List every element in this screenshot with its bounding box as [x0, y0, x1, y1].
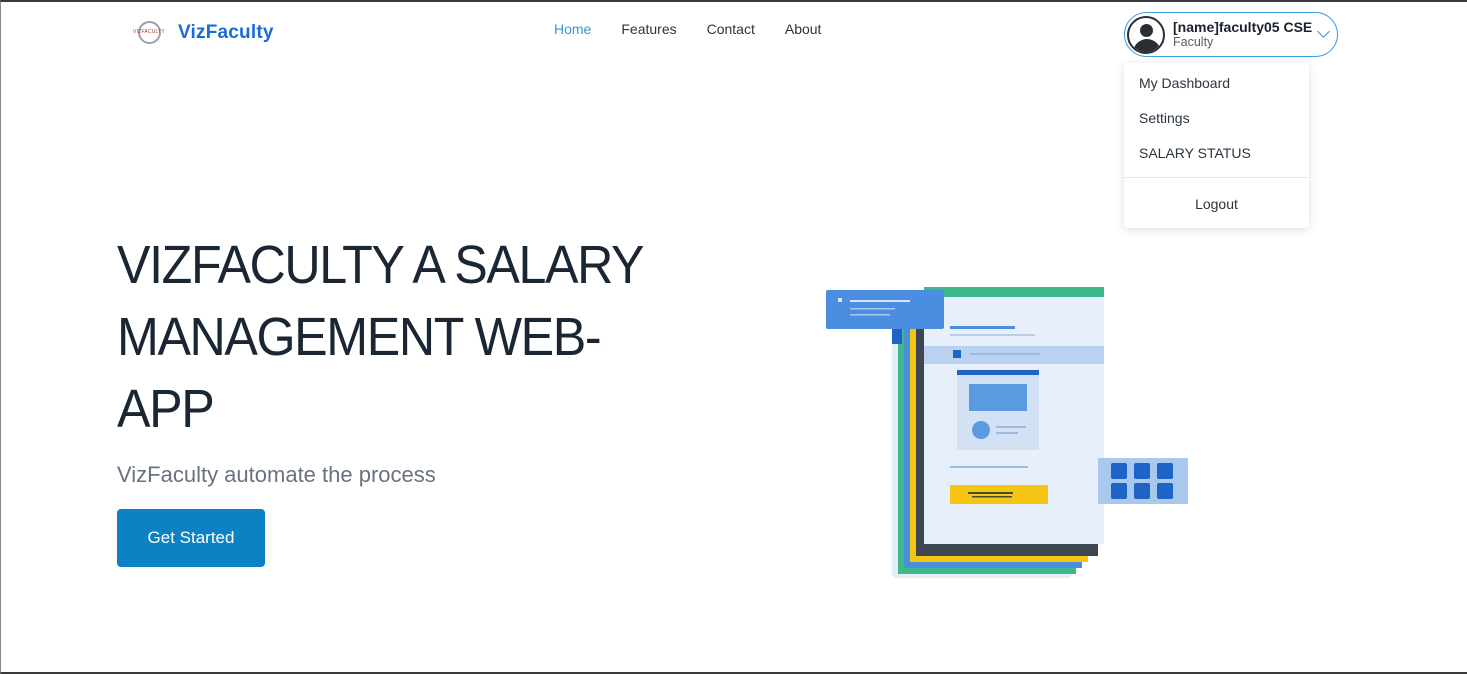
logo-icon: VIZFACULTY — [131, 18, 167, 48]
chevron-down-icon — [1317, 25, 1330, 38]
menu-item-logout[interactable]: Logout — [1124, 196, 1309, 212]
user-avatar-icon — [1127, 15, 1165, 54]
menu-item-settings[interactable]: Settings — [1139, 110, 1190, 126]
user-role: Faculty — [1173, 35, 1214, 50]
menu-item-salary-status[interactable]: SALARY STATUS — [1139, 145, 1251, 161]
hero-title-line-1: VIZFACULTY A SALARY — [117, 235, 645, 295]
nav-about[interactable]: About — [785, 21, 822, 37]
main-nav: Home Features Contact About — [554, 21, 851, 37]
get-started-button[interactable]: Get Started — [117, 509, 265, 567]
user-name: [name]faculty05 CSE — [1173, 18, 1313, 35]
nav-home[interactable]: Home — [554, 21, 591, 37]
user-dropdown-menu: My Dashboard Settings SALARY STATUS Logo… — [1124, 63, 1309, 228]
nav-contact[interactable]: Contact — [707, 21, 755, 37]
menu-item-my-dashboard[interactable]: My Dashboard — [1139, 75, 1230, 91]
hero-subtitle: VizFaculty automate the process — [117, 462, 436, 487]
brand-name: VizFaculty — [178, 22, 274, 43]
hero-illustration — [826, 287, 1188, 578]
logo-small-text: VIZFACULTY — [133, 29, 165, 35]
user-menu-toggle[interactable]: [name]faculty05 CSE Faculty — [1124, 12, 1338, 57]
hero-title: VIZFACULTY A SALARY MANAGEMENT WEB- APP — [117, 229, 675, 445]
menu-divider — [1124, 177, 1309, 178]
nav-features[interactable]: Features — [621, 21, 676, 37]
hero-title-line-3: APP — [117, 379, 215, 439]
hero-title-line-2: MANAGEMENT WEB- — [117, 307, 602, 367]
brand-logo[interactable]: VIZFACULTY VizFaculty — [131, 18, 274, 48]
